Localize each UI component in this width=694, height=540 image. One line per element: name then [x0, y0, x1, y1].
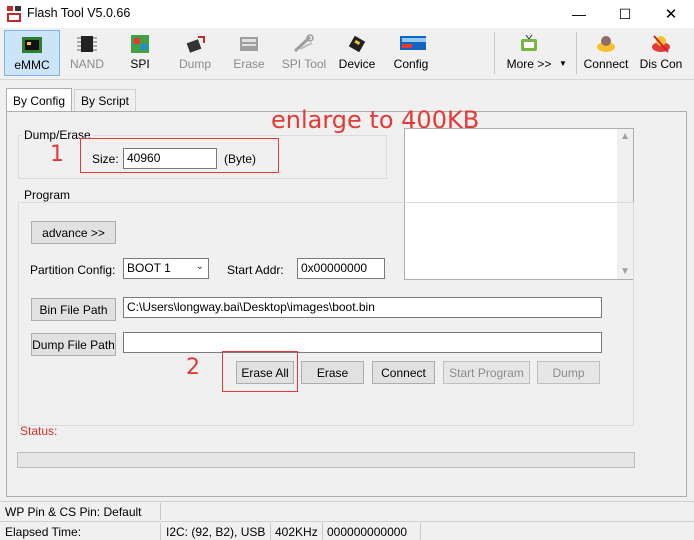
app-logo-icon	[6, 5, 22, 23]
toolbar-separator	[494, 32, 495, 74]
status-bar-pins: WP Pin & CS Pin: Default	[0, 501, 694, 521]
spi-tool-icon	[293, 34, 314, 53]
i2c-status-text: I2C: (92, B2), USB	[166, 525, 266, 539]
annotation-marker-1: 1	[50, 142, 64, 167]
nand-chip-icon	[77, 36, 97, 52]
progress-bar	[17, 452, 635, 468]
toolbar-separator	[576, 32, 577, 74]
toolbar-device-label: Device	[338, 57, 376, 71]
dump-button[interactable]: Dump	[537, 361, 600, 384]
toolbar-more-label: More >>	[506, 57, 552, 71]
close-button[interactable]: ✕	[648, 0, 694, 28]
spi-board-icon	[131, 35, 149, 53]
window-title: Flash Tool V5.0.66	[27, 6, 131, 20]
toolbar-disconnect-label: Dis Con	[639, 57, 683, 71]
elapsed-time-label: Elapsed Time:	[5, 525, 82, 539]
usb-frequency-text: 402KHz	[275, 525, 318, 539]
toolbar-connect-button[interactable]: Connect	[580, 30, 632, 76]
toolbar-config-button[interactable]: Config	[384, 30, 438, 76]
toolbar-more-button[interactable]: More >>	[504, 30, 554, 76]
toolbar-spi-label: SPI	[130, 57, 150, 71]
toolbar-disconnect-button[interactable]: Dis Con	[636, 30, 686, 76]
annotation-marker-2: 2	[186, 355, 200, 380]
chevron-down-icon: ▼	[559, 58, 567, 68]
emmc-chip-icon	[22, 37, 42, 53]
pin-status-text: WP Pin & CS Pin: Default	[5, 505, 142, 519]
toolbar-connect-label: Connect	[583, 57, 629, 71]
toolbar-spi-tool-button[interactable]: SPI Tool	[276, 30, 332, 76]
status-label: Status:	[20, 424, 58, 438]
toolbar-spi-tool-label: SPI Tool	[281, 57, 327, 71]
toolbar-emmc-button[interactable]: eMMC	[4, 30, 60, 76]
toolbar-dump-button[interactable]: Dump	[168, 30, 222, 76]
status-divider	[160, 503, 161, 520]
start-program-button[interactable]: Start Program	[443, 361, 530, 384]
disconnect-icon	[652, 35, 670, 53]
maximize-button[interactable]: ☐	[602, 0, 648, 28]
erase-icon	[240, 37, 258, 51]
toolbar-nand-label: NAND	[69, 57, 104, 71]
status-bar-info: Elapsed Time: I2C: (92, B2), USB 402KHz …	[0, 521, 694, 540]
connect-icon	[597, 36, 615, 52]
toolbar-emmc-label: eMMC	[14, 58, 50, 72]
status-divider	[322, 523, 323, 540]
tab-by-script[interactable]: By Script	[74, 89, 137, 111]
dump-file-path-button[interactable]: Dump File Path	[31, 333, 116, 356]
annotation-note: enlarge to 400KB	[271, 106, 480, 134]
toolbar: eMMC NAND SPI Dump Erase SPI Tool Device…	[0, 28, 694, 80]
status-divider	[420, 523, 421, 540]
chevron-down-icon: ⌄	[195, 261, 204, 272]
scroll-up-icon[interactable]: ▲	[620, 131, 630, 142]
toolbar-erase-button[interactable]: Erase	[224, 30, 274, 76]
device-icon	[348, 35, 366, 53]
toolbar-config-label: Config	[393, 57, 429, 71]
device-code-text: 000000000000	[327, 525, 408, 539]
status-divider	[270, 523, 271, 540]
advance-button[interactable]: advance >>	[31, 221, 116, 244]
tv-icon	[521, 34, 537, 51]
program-title: Program	[22, 188, 73, 202]
toolbar-dump-label: Dump	[178, 57, 211, 71]
toolbar-spi-button[interactable]: SPI	[114, 30, 166, 76]
title-bar: Flash Tool V5.0.66 — ☐ ✕	[0, 0, 694, 28]
toolbar-device-button[interactable]: Device	[334, 30, 380, 76]
start-addr-label: Start Addr:	[227, 263, 284, 277]
config-icon	[400, 36, 426, 50]
partition-config-select[interactable]: BOOT 1 ⌄	[123, 258, 209, 279]
status-divider	[160, 523, 161, 540]
start-addr-input[interactable]: 0x00000000	[297, 258, 385, 279]
bin-file-path-input[interactable]: C:\Users\longway.bai\Desktop\images\boot…	[123, 297, 602, 318]
annotation-box-size	[80, 138, 279, 173]
partition-config-value: BOOT 1	[127, 261, 171, 275]
minimize-button[interactable]: —	[556, 0, 602, 28]
erase-button[interactable]: Erase	[301, 361, 364, 384]
more-dropdown-button[interactable]: ▼	[556, 30, 570, 76]
dump-file-path-input[interactable]	[123, 332, 602, 353]
annotation-box-erase-all	[222, 351, 298, 392]
toolbar-erase-label: Erase	[233, 57, 265, 71]
connect-button[interactable]: Connect	[372, 361, 435, 384]
partition-config-label: Partition Config:	[30, 263, 116, 277]
bin-file-path-button[interactable]: Bin File Path	[31, 298, 116, 321]
dump-icon	[186, 36, 205, 53]
toolbar-nand-button[interactable]: NAND	[62, 30, 112, 76]
tab-by-config[interactable]: By Config	[6, 88, 73, 112]
